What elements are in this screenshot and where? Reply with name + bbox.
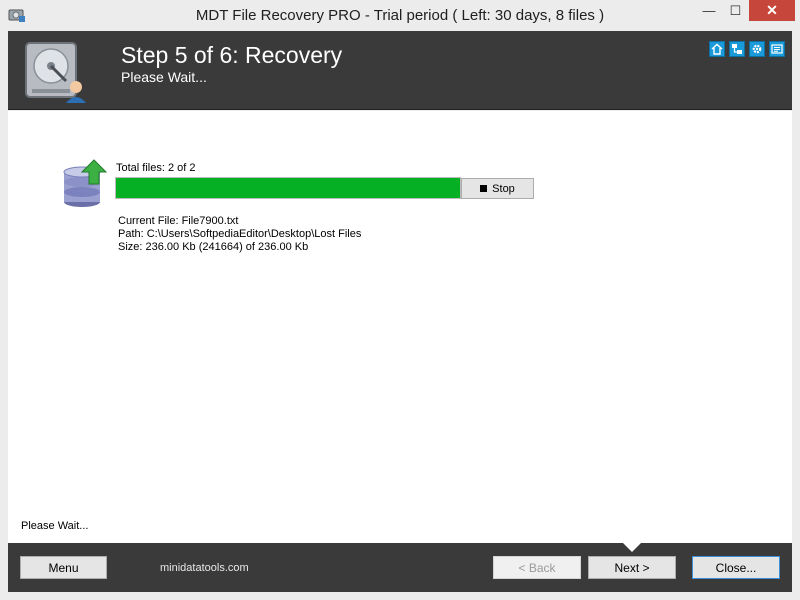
path-text: Path: C:\Users\SoftpediaEditor\Desktop\L… [118, 228, 362, 240]
minimize-button[interactable]: — [696, 0, 722, 21]
menu-button[interactable]: Menu [20, 556, 107, 579]
wizard-footer: Menu minidatatools.com < Back Next > Clo… [8, 543, 792, 592]
close-window-button[interactable]: ✕ [749, 0, 795, 21]
recovery-progress-bar [115, 177, 461, 199]
hard-drive-icon [25, 42, 86, 103]
database-upload-icon [63, 159, 108, 207]
maximize-button[interactable]: ☐ [722, 0, 749, 21]
app-window: MDT File Recovery PRO - Trial period ( L… [0, 0, 800, 600]
stop-icon [480, 185, 488, 192]
website-link[interactable]: minidatatools.com [160, 562, 249, 574]
total-files-label: Total files: 2 of 2 [116, 162, 196, 174]
stop-button[interactable]: Stop [461, 178, 534, 199]
stop-label: Stop [492, 182, 515, 195]
size-text: Size: 236.00 Kb (241664) of 236.00 Kb [118, 241, 309, 253]
status-text: Please Wait... [21, 520, 89, 532]
step-title: Step 5 of 6: Recovery [121, 42, 343, 68]
title-bar: MDT File Recovery PRO - Trial period ( L… [0, 0, 800, 31]
home-icon[interactable] [709, 41, 725, 57]
gear-icon[interactable] [749, 41, 765, 57]
wizard-header: Step 5 of 6: Recovery Please Wait... [8, 31, 792, 110]
close-button[interactable]: Close... [692, 556, 780, 579]
step-subtitle: Please Wait... [121, 69, 207, 85]
network-icon[interactable] [729, 41, 745, 57]
content-panel: Total files: 2 of 2 Stop Current File: F… [8, 111, 792, 543]
window-title: MDT File Recovery PRO - Trial period ( L… [195, 7, 605, 24]
step-notch [623, 543, 641, 552]
current-file-text: Current File: File7900.txt [118, 215, 239, 227]
next-button[interactable]: Next > [588, 556, 676, 579]
header-toolbar [709, 41, 785, 57]
info-card-icon[interactable] [769, 41, 785, 57]
back-button[interactable]: < Back [493, 556, 581, 579]
progress-fill [116, 178, 460, 198]
